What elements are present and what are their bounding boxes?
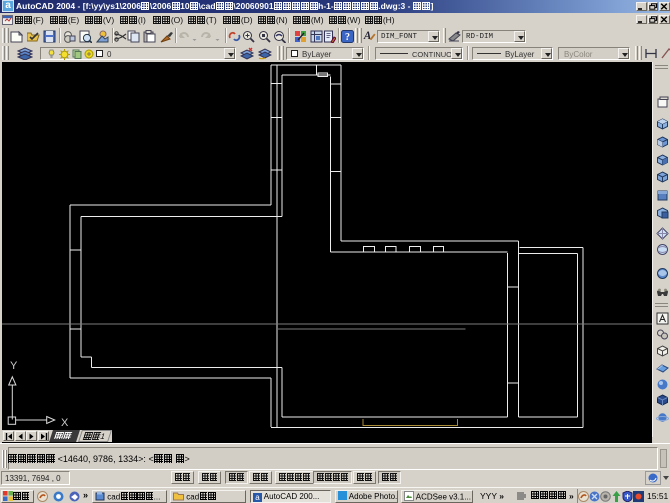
svg-text:Y: Y	[10, 360, 18, 372]
svg-text:?: ?	[345, 32, 350, 43]
svg-text:A: A	[363, 30, 371, 42]
svg-text:X: X	[61, 417, 69, 429]
